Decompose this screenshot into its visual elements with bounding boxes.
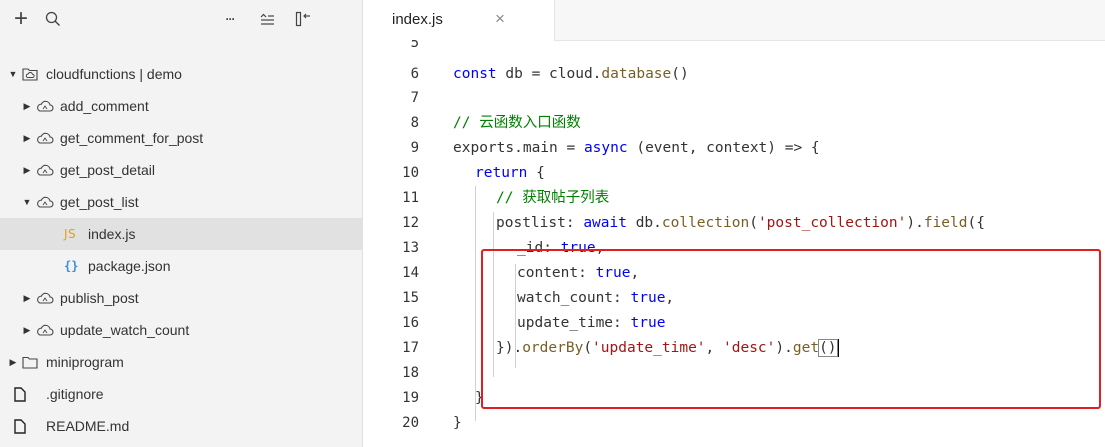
search-icon: [45, 11, 60, 26]
tree-item-label: README.md: [46, 418, 130, 434]
code-line: 12 postlist: await db.collection('post_c…: [363, 210, 1105, 236]
toggle-panel-button[interactable]: [290, 6, 316, 32]
tree-item-label: get_post_detail: [60, 162, 155, 178]
line-number: 20: [402, 415, 419, 431]
tree-item-gitignore[interactable]: .gitignore: [0, 378, 370, 410]
js-file-icon: JS: [64, 227, 77, 241]
code-area[interactable]: 5 6 const db = cloud.database() 7 8 // 云…: [363, 40, 1105, 447]
tree-item-get-post-detail[interactable]: ▶ get_post_detail: [0, 154, 384, 186]
file-icon: [14, 418, 42, 434]
file-explorer-sidebar: + ··· ▼ cloudfunctions | demo ▶ add_comm…: [0, 0, 412, 447]
chevron-right-icon[interactable]: ▶: [22, 325, 32, 336]
tree-item-label: miniprogram: [46, 354, 124, 370]
line-number: 7: [410, 90, 419, 106]
code-text: exports.main = async (event, context) =>…: [453, 140, 820, 156]
toggle-panel-icon: [295, 11, 310, 27]
chevron-right-icon[interactable]: ▶: [22, 293, 32, 304]
line-number: 15: [402, 290, 419, 306]
line-number: 13: [402, 240, 419, 256]
tree-item-label: publish_post: [60, 290, 139, 306]
tree-item-cloudfunctions[interactable]: ▼ cloudfunctions | demo: [0, 58, 370, 90]
cloud-function-icon: [36, 98, 56, 114]
line-number: 10: [402, 165, 419, 181]
chevron-right-icon[interactable]: ▶: [22, 101, 32, 112]
more-icon: ···: [225, 12, 236, 26]
collapse-all-button[interactable]: [254, 6, 280, 32]
cloud-function-icon: [36, 290, 56, 306]
file-icon: [14, 386, 42, 402]
line-number: 9: [410, 140, 419, 156]
add-icon: +: [13, 5, 28, 32]
tree-item-update-watch-count[interactable]: ▶ update_watch_count: [0, 314, 384, 346]
collapse-all-icon: [260, 13, 274, 25]
tree-item-label: add_comment: [60, 98, 149, 114]
tab-index-js[interactable]: index.js ×: [363, 0, 555, 41]
line-number: 8: [410, 115, 419, 131]
chevron-right-icon[interactable]: ▶: [22, 133, 32, 144]
chevron-right-icon[interactable]: ▶: [22, 165, 32, 176]
tree-item-publish-post[interactable]: ▶ publish_post: [0, 282, 384, 314]
tree-item-label: get_comment_for_post: [60, 130, 204, 146]
cloud-folder-icon: [22, 66, 42, 82]
code-line: 11 // 获取帖子列表: [363, 185, 1105, 211]
cloud-function-icon: [36, 162, 56, 178]
tree-item-package-json[interactable]: {} package.json: [0, 250, 412, 282]
line-number: 19: [402, 390, 419, 406]
line-number: 17: [402, 340, 419, 356]
line-number: 6: [410, 66, 419, 82]
tab-label: index.js: [392, 11, 443, 28]
tree-item-add-comment[interactable]: ▶ add_comment: [0, 90, 384, 122]
chevron-right-icon[interactable]: ▶: [8, 357, 18, 368]
code-text: }: [453, 415, 462, 431]
tree-item-miniprogram[interactable]: ▶ miniprogram: [0, 346, 370, 378]
cloud-function-icon: [36, 194, 56, 210]
tree-item-get-comment-for-post[interactable]: ▶ get_comment_for_post: [0, 122, 384, 154]
tree-item-label: update_watch_count: [60, 322, 190, 338]
code-line: 10 return {: [363, 160, 1105, 186]
tree-item-label: get_post_list: [60, 194, 139, 210]
code-text: // 云函数入口函数: [453, 115, 581, 131]
line-number: 11: [402, 190, 419, 206]
tree-item-readme[interactable]: README.md: [0, 410, 370, 442]
code-text: return {: [475, 165, 545, 181]
more-options-button[interactable]: ···: [217, 6, 243, 32]
editor-tab-bar: index.js ×: [363, 0, 1105, 41]
code-line: 8 // 云函数入口函数: [363, 110, 1105, 136]
code-text: // 获取帖子列表: [496, 190, 610, 206]
code-line: 20 }: [363, 410, 1105, 436]
tree-item-label: cloudfunctions | demo: [46, 66, 182, 82]
tree-item-label: package.json: [88, 258, 171, 274]
line-number: 5: [410, 40, 419, 51]
add-button[interactable]: +: [8, 6, 34, 32]
code-line: 6 const db = cloud.database(): [363, 61, 1105, 87]
highlight-annotation-box: [481, 249, 1101, 409]
cloud-function-icon: [36, 130, 56, 146]
search-button[interactable]: [40, 6, 66, 32]
chevron-down-icon[interactable]: ▼: [22, 197, 32, 207]
close-icon[interactable]: ×: [495, 9, 505, 29]
tree-item-label: index.js: [88, 226, 136, 242]
code-text: postlist: await db.collection('post_coll…: [496, 215, 985, 231]
code-line: 7: [363, 85, 1105, 111]
line-number: 16: [402, 315, 419, 331]
tree-item-get-post-list[interactable]: ▼ get_post_list: [0, 186, 384, 218]
cloud-function-icon: [36, 322, 56, 338]
folder-icon: [22, 354, 42, 370]
code-text: const db = cloud.database(): [453, 66, 689, 82]
line-number: 18: [402, 365, 419, 381]
chevron-down-icon[interactable]: ▼: [8, 69, 18, 79]
explorer-toolbar: + ···: [0, 0, 362, 40]
code-line: 5: [363, 40, 1105, 56]
json-file-icon: {}: [64, 259, 79, 273]
line-number: 12: [402, 215, 419, 231]
line-number: 14: [402, 265, 419, 281]
tree-item-index-js[interactable]: JS index.js: [0, 218, 412, 250]
code-editor: index.js × 5 6 const db = cloud.database…: [363, 0, 1105, 447]
tree-item-label: .gitignore: [46, 386, 104, 402]
code-line: 9 exports.main = async (event, context) …: [363, 135, 1105, 161]
